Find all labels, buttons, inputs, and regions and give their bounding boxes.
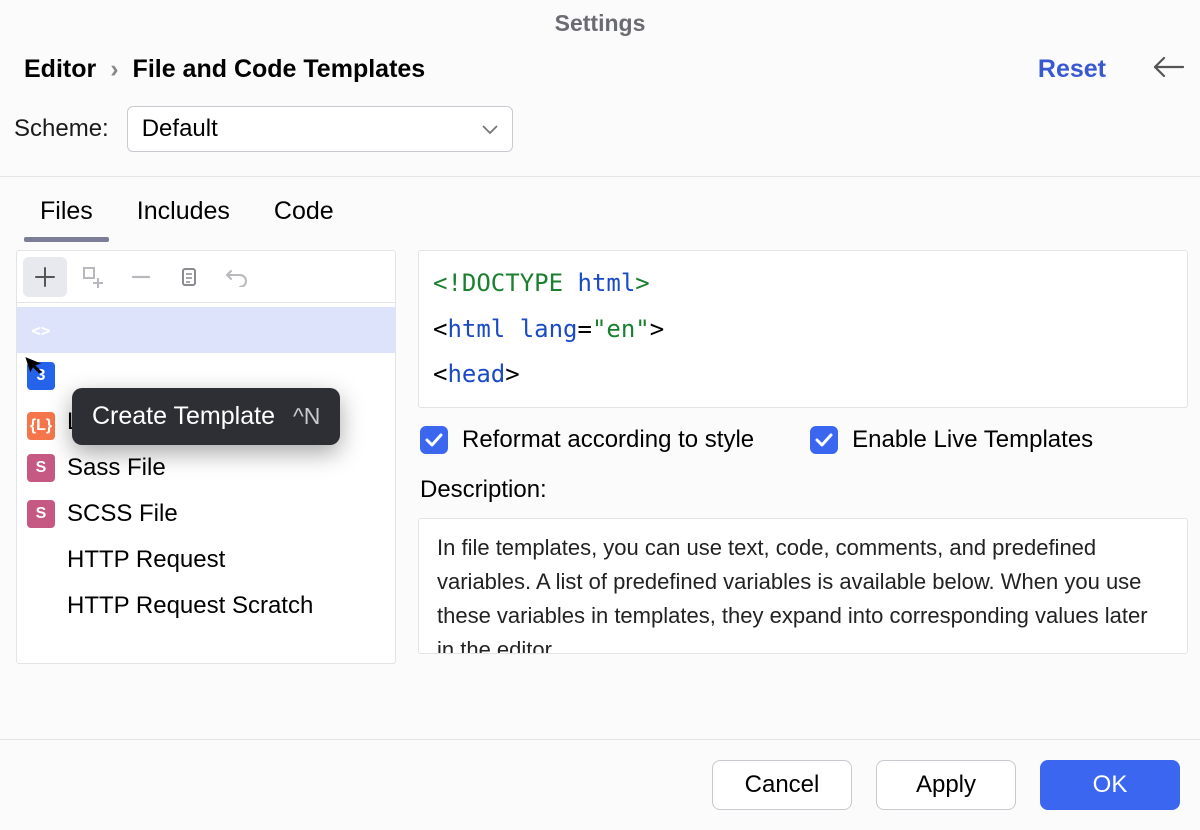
tooltip-label: Create Template [92, 402, 275, 431]
add-child-template-button[interactable] [71, 257, 115, 297]
list-item[interactable]: <> [17, 307, 395, 353]
tab-files[interactable]: Files [40, 197, 93, 240]
list-item-label: SCSS File [67, 500, 178, 528]
list-item[interactable]: API HTTP Request [17, 537, 395, 583]
list-item[interactable]: S SCSS File [17, 491, 395, 537]
tab-includes[interactable]: Includes [137, 197, 230, 240]
code-token: < [433, 315, 447, 343]
add-template-button[interactable] [23, 257, 67, 297]
remove-template-button[interactable] [119, 257, 163, 297]
reformat-checkbox[interactable]: Reformat according to style [420, 426, 754, 454]
code-token: > [635, 269, 649, 297]
code-token: html [578, 269, 636, 297]
content: <> 3 {L} Less File S Sass File S SCSS Fi… [0, 244, 1200, 664]
scheme-label: Scheme: [14, 115, 109, 143]
list-item[interactable]: S Sass File [17, 445, 395, 491]
api-file-icon: API [27, 546, 55, 574]
list-toolbar [17, 251, 395, 303]
code-token: <! [433, 269, 462, 297]
list-item-label: HTTP Request Scratch [67, 592, 313, 620]
breadcrumb: Editor › File and Code Templates [24, 55, 425, 84]
copy-template-button[interactable] [167, 257, 211, 297]
code-token: DOCTYPE [462, 269, 578, 297]
chevron-down-icon [482, 119, 498, 140]
cancel-button[interactable]: Cancel [712, 760, 852, 810]
tab-code[interactable]: Code [274, 197, 334, 240]
dialog-footer: Cancel Apply OK [0, 739, 1200, 830]
description-label: Description: [418, 470, 1188, 506]
sass-file-icon: S [27, 454, 55, 482]
checkbox-checked-icon [420, 426, 448, 454]
breadcrumb-root[interactable]: Editor [24, 55, 96, 84]
code-token: lang [520, 315, 578, 343]
live-templates-checkbox[interactable]: Enable Live Templates [810, 426, 1093, 454]
live-templates-label: Enable Live Templates [852, 426, 1093, 454]
code-token: > [505, 360, 519, 388]
code-token: = [578, 315, 592, 343]
list-item-label: HTTP Request [67, 546, 225, 574]
code-token: head [447, 360, 505, 388]
code-token: html [447, 315, 519, 343]
ok-button[interactable]: OK [1040, 760, 1180, 810]
api-file-icon: API [27, 592, 55, 620]
checkbox-checked-icon [810, 426, 838, 454]
html-file-icon: <> [27, 316, 55, 344]
options-row: Reformat according to style Enable Live … [418, 420, 1188, 458]
header-row: Editor › File and Code Templates Reset [0, 55, 1200, 106]
breadcrumb-separator: › [110, 55, 118, 84]
scheme-value: Default [142, 115, 218, 143]
scheme-select[interactable]: Default [127, 106, 513, 152]
code-token: > [650, 315, 664, 343]
code-token: < [433, 360, 447, 388]
list-item-label: Sass File [67, 454, 166, 482]
header-actions: Reset [1038, 55, 1184, 84]
tooltip-shortcut: ^N [293, 403, 320, 430]
tabs: Files Includes Code [0, 177, 1200, 244]
settings-title: Settings [0, 0, 1200, 55]
template-code-editor[interactable]: <!DOCTYPE html> <html lang="en"> <head> [418, 250, 1188, 408]
template-list[interactable]: <> 3 {L} Less File S Sass File S SCSS Fi… [17, 303, 395, 663]
list-item[interactable]: API HTTP Request Scratch [17, 583, 395, 629]
template-editor-pane: <!DOCTYPE html> <html lang="en"> <head> … [418, 250, 1188, 664]
reformat-label: Reformat according to style [462, 426, 754, 454]
apply-button[interactable]: Apply [876, 760, 1016, 810]
template-list-pane: <> 3 {L} Less File S Sass File S SCSS Fi… [16, 250, 396, 664]
code-token: "en" [592, 315, 650, 343]
reset-link[interactable]: Reset [1038, 55, 1106, 84]
less-file-icon: {L} [27, 412, 55, 440]
description-text: In file templates, you can use text, cod… [418, 518, 1188, 654]
scss-file-icon: S [27, 500, 55, 528]
create-template-tooltip[interactable]: Create Template ^N [72, 388, 340, 445]
breadcrumb-page: File and Code Templates [133, 55, 426, 84]
undo-button[interactable] [215, 257, 259, 297]
back-arrow-icon[interactable] [1154, 56, 1184, 84]
scheme-row: Scheme: Default [0, 106, 1200, 176]
